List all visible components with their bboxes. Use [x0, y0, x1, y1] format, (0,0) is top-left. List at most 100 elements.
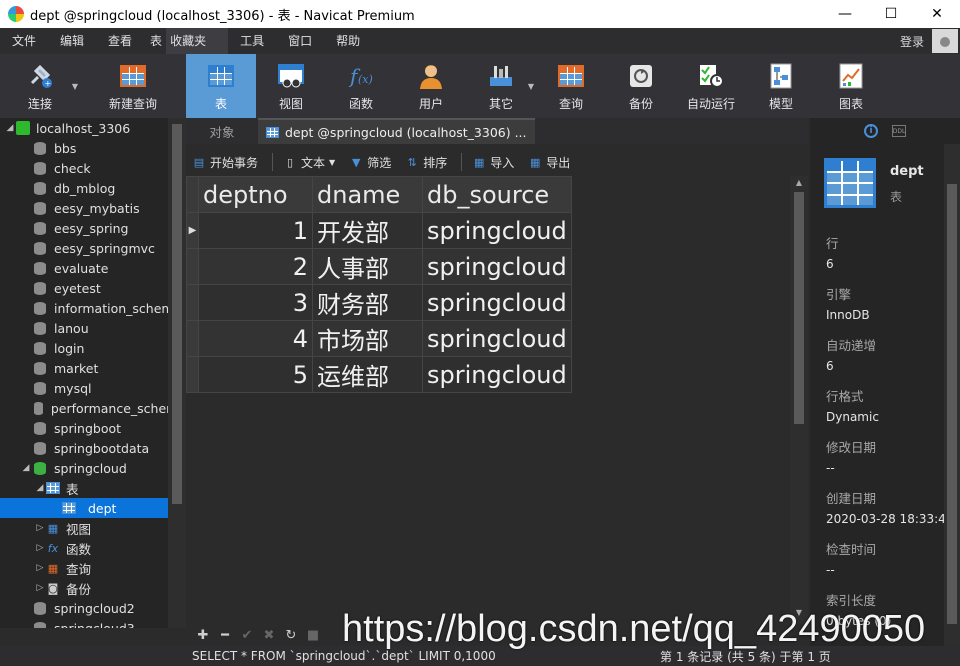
tree-db[interactable]: check	[0, 158, 186, 178]
toolbar-other-button[interactable]: 其它 ▼	[466, 54, 536, 118]
scrollbar-thumb[interactable]	[794, 192, 804, 424]
tree-db[interactable]: springbootdata	[0, 438, 186, 458]
table-row[interactable]: ▶ 1 开发部 springcloud	[186, 212, 572, 249]
tree-db[interactable]: eyetest	[0, 278, 186, 298]
scroll-up-icon[interactable]: ▲	[790, 178, 808, 192]
minimize-button[interactable]: —	[822, 0, 868, 28]
tree-group-functions[interactable]: ▷ fx 函数	[0, 538, 186, 558]
row-header[interactable]	[186, 248, 199, 285]
column-header-db-source[interactable]: db_source	[422, 176, 572, 213]
toolbar-chart-button[interactable]: 图表	[816, 54, 886, 118]
cell-deptno[interactable]: 3	[198, 284, 313, 321]
tree-db[interactable]: login	[0, 338, 186, 358]
collapse-arrow-icon[interactable]: ▷	[34, 563, 46, 573]
export-button[interactable]: ▦ 导出	[528, 154, 570, 171]
menu-table[interactable]: 表	[144, 28, 166, 54]
toolbar-backup-button[interactable]: 备份	[606, 54, 676, 118]
row-header[interactable]	[186, 356, 199, 393]
tree-group-tables[interactable]: ◢ 表	[0, 478, 186, 498]
apply-changes-icon[interactable]: ✔	[236, 628, 258, 643]
begin-transaction-button[interactable]: ▤ 开始事务	[192, 154, 258, 171]
toolbar-view-button[interactable]: 视图	[256, 54, 326, 118]
toolbar-table-button[interactable]: 表	[186, 54, 256, 118]
row-header[interactable]	[186, 284, 199, 321]
tree-db[interactable]: eesy_mybatis	[0, 198, 186, 218]
collapse-arrow-icon[interactable]: ▷	[34, 523, 46, 533]
toolbar-automation-button[interactable]: 自动运行	[676, 54, 746, 118]
toolbar-function-button[interactable]: f (x) 函数	[326, 54, 396, 118]
login-link[interactable]: 登录	[892, 33, 932, 50]
cell-deptno[interactable]: 2	[198, 248, 313, 285]
cell-deptno[interactable]: 5	[198, 356, 313, 393]
cell-db-source[interactable]: springcloud	[422, 248, 572, 285]
cell-db-source[interactable]: springcloud	[422, 320, 572, 357]
expand-arrow-icon[interactable]: ◢	[4, 123, 16, 133]
cell-dname[interactable]: 开发部	[312, 212, 423, 249]
tab-dept[interactable]: dept @springcloud (localhost_3306) ...	[258, 118, 535, 144]
row-header[interactable]	[186, 320, 199, 357]
table-row[interactable]: 5 运维部 springcloud	[186, 356, 572, 393]
collapse-arrow-icon[interactable]: ▷	[34, 583, 46, 593]
toolbar-user-button[interactable]: 用户	[396, 54, 466, 118]
cell-dname[interactable]: 市场部	[312, 320, 423, 357]
tree-db[interactable]: mysql	[0, 378, 186, 398]
menu-edit[interactable]: 编辑	[48, 28, 96, 54]
close-button[interactable]: ✕	[914, 0, 960, 28]
column-header-deptno[interactable]: deptno	[198, 176, 313, 213]
tree-db[interactable]: db_mblog	[0, 178, 186, 198]
chevron-down-icon[interactable]: ▼	[72, 82, 78, 91]
cell-db-source[interactable]: springcloud	[422, 284, 572, 321]
cell-db-source[interactable]: springcloud	[422, 212, 572, 249]
import-button[interactable]: ▦ 导入	[472, 154, 514, 171]
text-button[interactable]: ▯ 文本 ▼	[283, 154, 335, 171]
tree-db[interactable]: bbs	[0, 138, 186, 158]
chevron-down-icon[interactable]: ▼	[528, 82, 534, 91]
refresh-icon[interactable]: ↻	[280, 628, 302, 643]
info-icon[interactable]: i	[864, 124, 878, 138]
cell-dname[interactable]: 财务部	[312, 284, 423, 321]
cell-dname[interactable]: 人事部	[312, 248, 423, 285]
tree-connection[interactable]: ◢ localhost_3306	[0, 118, 186, 138]
tab-objects[interactable]: 对象	[186, 118, 258, 144]
table-row[interactable]: 3 财务部 springcloud	[186, 284, 572, 321]
menu-help[interactable]: 帮助	[324, 28, 372, 54]
column-header-dname[interactable]: dname	[312, 176, 423, 213]
menu-window[interactable]: 窗口	[276, 28, 324, 54]
collapse-arrow-icon[interactable]: ▷	[34, 543, 46, 553]
maximize-button[interactable]: ☐	[868, 0, 914, 28]
cell-deptno[interactable]: 4	[198, 320, 313, 357]
tree-db[interactable]: performance_schema	[0, 398, 186, 418]
tree-db[interactable]: information_schema	[0, 298, 186, 318]
tree-group-views[interactable]: ▷ ▦ 视图	[0, 518, 186, 538]
table-row[interactable]: 4 市场部 springcloud	[186, 320, 572, 357]
delete-record-icon[interactable]: ━	[214, 628, 236, 643]
toolbar-query-button[interactable]: 查询	[536, 54, 606, 118]
menu-file[interactable]: 文件	[0, 28, 48, 54]
scrollbar-thumb[interactable]	[947, 184, 957, 624]
info-pane-scrollbar[interactable]	[944, 144, 960, 646]
menu-favorites[interactable]: 收藏夹	[166, 28, 229, 54]
toolbar-connect-button[interactable]: + 连接 ▼	[0, 54, 80, 118]
tree-db[interactable]: springboot	[0, 418, 186, 438]
tree-db[interactable]: springcloud2	[0, 598, 186, 618]
avatar[interactable]	[932, 29, 958, 53]
menu-tools[interactable]: 工具	[228, 28, 276, 54]
filter-button[interactable]: ▼ 筛选	[349, 154, 391, 171]
menu-view[interactable]: 查看	[96, 28, 144, 54]
tree-db-open[interactable]: ◢ springcloud	[0, 458, 186, 478]
add-record-icon[interactable]: ✚	[192, 628, 214, 643]
ddl-icon[interactable]: DDL	[892, 125, 906, 137]
tree-db[interactable]: eesy_springmvc	[0, 238, 186, 258]
grid-scrollbar[interactable]: ▲ ▼	[790, 176, 808, 624]
current-row-indicator-icon[interactable]: ▶	[186, 212, 199, 249]
stop-icon[interactable]: ■	[302, 628, 324, 643]
tree-db[interactable]: market	[0, 358, 186, 378]
row-header-corner[interactable]	[186, 176, 199, 213]
tree-db[interactable]: springcloud3	[0, 618, 186, 628]
cell-deptno[interactable]: 1	[198, 212, 313, 249]
tree-group-queries[interactable]: ▷ ▦ 查询	[0, 558, 186, 578]
discard-changes-icon[interactable]: ✖	[258, 628, 280, 643]
cell-dname[interactable]: 运维部	[312, 356, 423, 393]
table-row[interactable]: 2 人事部 springcloud	[186, 248, 572, 285]
cell-db-source[interactable]: springcloud	[422, 356, 572, 393]
